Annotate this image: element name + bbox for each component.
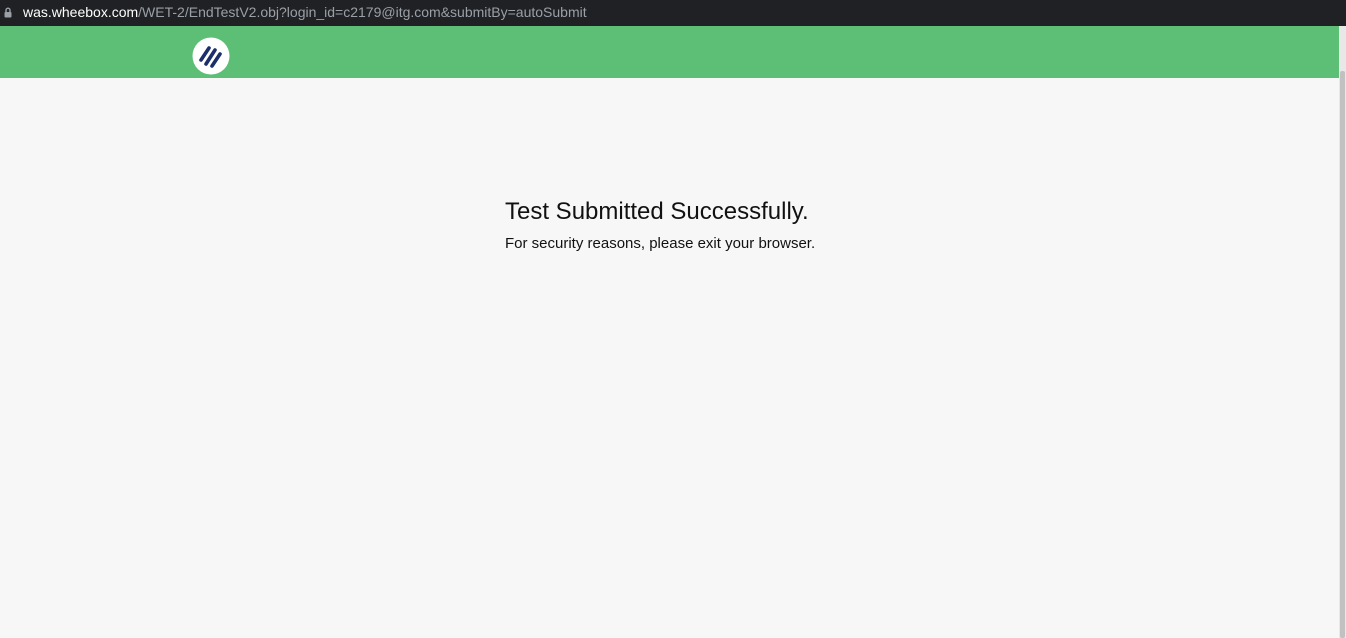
browser-address-bar[interactable]: was.wheebox.com/WET-2/EndTestV2.obj?logi…	[0, 0, 1346, 26]
page-title: Test Submitted Successfully.	[505, 198, 809, 225]
wheebox-logo-icon[interactable]	[192, 37, 230, 75]
main-content: Test Submitted Successfully. For securit…	[0, 78, 1339, 638]
lock-icon[interactable]	[4, 7, 12, 18]
scrollbar[interactable]	[1339, 26, 1346, 638]
url-host: was.wheebox.com	[23, 4, 139, 20]
scrollbar-thumb[interactable]	[1340, 71, 1345, 638]
site-header	[0, 26, 1339, 78]
security-message: For security reasons, please exit your b…	[505, 235, 816, 252]
url-path: /WET-2/EndTestV2.obj?login_id=c2179@itg.…	[138, 4, 587, 20]
url-text[interactable]: was.wheebox.com/WET-2/EndTestV2.obj?logi…	[23, 4, 587, 21]
